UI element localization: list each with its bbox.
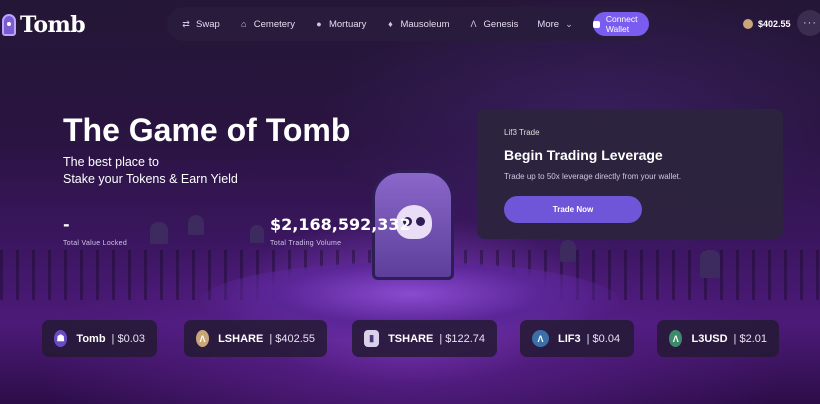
nav-mausoleum-label: Mausoleum xyxy=(400,18,450,30)
trade-now-button[interactable]: Trade Now xyxy=(504,196,642,223)
nav-genesis-label: Genesis xyxy=(483,18,519,30)
nav-mortuary-label: Mortuary xyxy=(328,18,367,30)
token-l3usd[interactable]: Λ L3USD | $2.01 xyxy=(657,320,779,357)
lshare-coin-icon xyxy=(743,19,753,29)
balance-value: $402.55 xyxy=(758,19,791,29)
tvl-value: - xyxy=(63,215,70,234)
token-price: | $0.03 xyxy=(111,332,145,345)
tshare-token-icon: ▮ xyxy=(364,330,380,347)
card-title: Begin Trading Leverage xyxy=(504,147,663,163)
connect-wallet-label: Connect Wallet xyxy=(605,14,638,34)
hero-subtitle-line: Stake your Tokens & Earn Yield xyxy=(63,172,238,186)
card-description: Trade up to 50x leverage directly from y… xyxy=(504,172,682,181)
nav-cemetery[interactable]: ⌂ Cemetery xyxy=(239,19,295,30)
token-price: | $2.01 xyxy=(733,332,767,345)
grave-decoration xyxy=(250,225,264,243)
nav-genesis[interactable]: Λ Genesis xyxy=(469,19,519,30)
nav-more-label: More xyxy=(537,18,560,30)
grave-decoration xyxy=(560,240,576,262)
lif3-trade-card: Lif3 Trade Begin Trading Leverage Trade … xyxy=(477,109,783,239)
l3usd-token-icon: Λ xyxy=(669,330,683,347)
token-price: | $402.55 xyxy=(269,332,315,345)
token-tshare[interactable]: ▮ TSHARE | $122.74 xyxy=(352,320,497,357)
nav-swap-label: Swap xyxy=(196,18,220,30)
more-options-button[interactable]: ··· xyxy=(797,10,820,36)
more-dots-icon: ··· xyxy=(803,17,817,29)
tvl-stat: - Total Value Locked xyxy=(63,215,127,247)
connect-wallet-button[interactable]: Connect Wallet xyxy=(593,12,649,36)
lif3-token-icon: Λ xyxy=(532,330,549,347)
nav-more-dropdown[interactable]: More ⌄ xyxy=(537,19,574,30)
lshare-balance[interactable]: $402.55 xyxy=(743,19,791,29)
volume-value: $2,168,592,332 xyxy=(270,215,411,234)
nav-cemetery-label: Cemetery xyxy=(253,18,295,30)
token-name: L3USD xyxy=(691,332,728,345)
tvl-label: Total Value Locked xyxy=(63,240,128,247)
token-name: TSHARE xyxy=(388,332,434,345)
volume-label: Total Trading Volume xyxy=(270,240,342,247)
hero-subtitle-line: The best place to xyxy=(63,155,159,169)
token-lshare[interactable]: Λ LSHARE | $402.55 xyxy=(184,320,327,357)
card-tag: Lif3 Trade xyxy=(504,128,540,137)
token-lif3[interactable]: Λ LIF3 | $0.04 xyxy=(520,320,634,357)
token-price: | $122.74 xyxy=(439,332,485,345)
mausoleum-icon: ♦ xyxy=(388,19,393,29)
nav-mortuary[interactable]: ● Mortuary xyxy=(314,19,366,30)
grave-decoration xyxy=(700,250,720,278)
token-tomb[interactable]: ☗ Tomb | $0.03 xyxy=(42,320,157,357)
grave-decoration xyxy=(188,215,204,235)
hero-subtitle: The best place to Stake your Tokens & Ea… xyxy=(63,154,283,188)
tomb-logo-icon xyxy=(2,14,16,36)
mortuary-icon: ● xyxy=(316,19,322,29)
token-price: | $0.04 xyxy=(586,332,621,345)
tomb-token-icon: ☗ xyxy=(54,330,68,347)
chevron-down-icon: ⌄ xyxy=(565,18,573,29)
grave-decoration xyxy=(150,222,168,244)
hero-title: The Game of Tomb xyxy=(63,112,351,148)
cemetery-icon: ⌂ xyxy=(241,19,247,29)
wallet-icon xyxy=(593,20,600,28)
top-navigation: ⇄ Swap ⌂ Cemetery ● Mortuary ♦ Mausoleum… xyxy=(167,7,653,41)
volume-stat: $2,168,592,332 Total Trading Volume xyxy=(270,215,411,247)
brand-logo[interactable]: Tomb xyxy=(2,12,86,38)
nav-swap[interactable]: ⇄ Swap xyxy=(181,19,220,30)
nav-mausoleum[interactable]: ♦ Mausoleum xyxy=(385,19,449,30)
genesis-icon: Λ xyxy=(470,19,477,29)
token-name: Tomb xyxy=(76,332,106,345)
token-name: LIF3 xyxy=(558,332,581,345)
token-name: LSHARE xyxy=(218,332,264,345)
brand-name: Tomb xyxy=(20,12,86,38)
swap-icon: ⇄ xyxy=(182,18,190,29)
lshare-token-icon: Λ xyxy=(196,330,210,347)
